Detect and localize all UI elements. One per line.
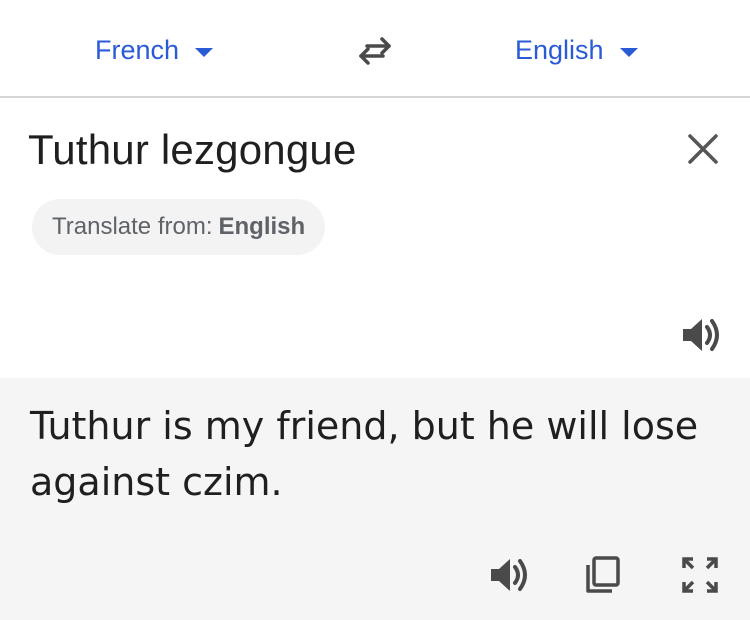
copy-icon bbox=[586, 556, 620, 593]
translate-app: French English Tuthur lezgongue Translat… bbox=[0, 0, 750, 620]
suggestion-language: English bbox=[218, 213, 306, 240]
fullscreen-button[interactable] bbox=[676, 552, 724, 598]
listen-source-button[interactable] bbox=[678, 313, 726, 357]
speaker-icon bbox=[491, 559, 527, 591]
suggestion-prefix: Translate from: bbox=[52, 213, 213, 240]
speaker-icon bbox=[683, 319, 719, 351]
fullscreen-icon bbox=[682, 557, 718, 593]
language-bar: French English bbox=[0, 0, 750, 98]
translation-output-panel: Tuthur is my friend, but he will lose ag… bbox=[0, 378, 750, 620]
target-language-selector[interactable]: English bbox=[515, 30, 638, 70]
translate-from-suggestion-chip[interactable]: Translate from: English bbox=[32, 199, 326, 255]
translated-text: Tuthur is my friend, but he will lose ag… bbox=[30, 404, 699, 504]
swap-arrows-icon bbox=[359, 37, 391, 65]
source-language-label: French bbox=[95, 34, 180, 65]
copy-translation-button[interactable] bbox=[578, 552, 626, 598]
swap-languages-button[interactable] bbox=[352, 30, 398, 70]
close-icon bbox=[688, 134, 718, 164]
clear-input-button[interactable] bbox=[680, 126, 726, 172]
caret-down-icon bbox=[619, 47, 638, 57]
listen-translation-button[interactable] bbox=[486, 552, 534, 598]
source-language-selector[interactable]: French bbox=[95, 30, 214, 70]
target-language-label: English bbox=[515, 34, 604, 65]
caret-down-icon bbox=[195, 47, 214, 57]
source-text-input[interactable]: Tuthur lezgongue bbox=[28, 126, 357, 174]
